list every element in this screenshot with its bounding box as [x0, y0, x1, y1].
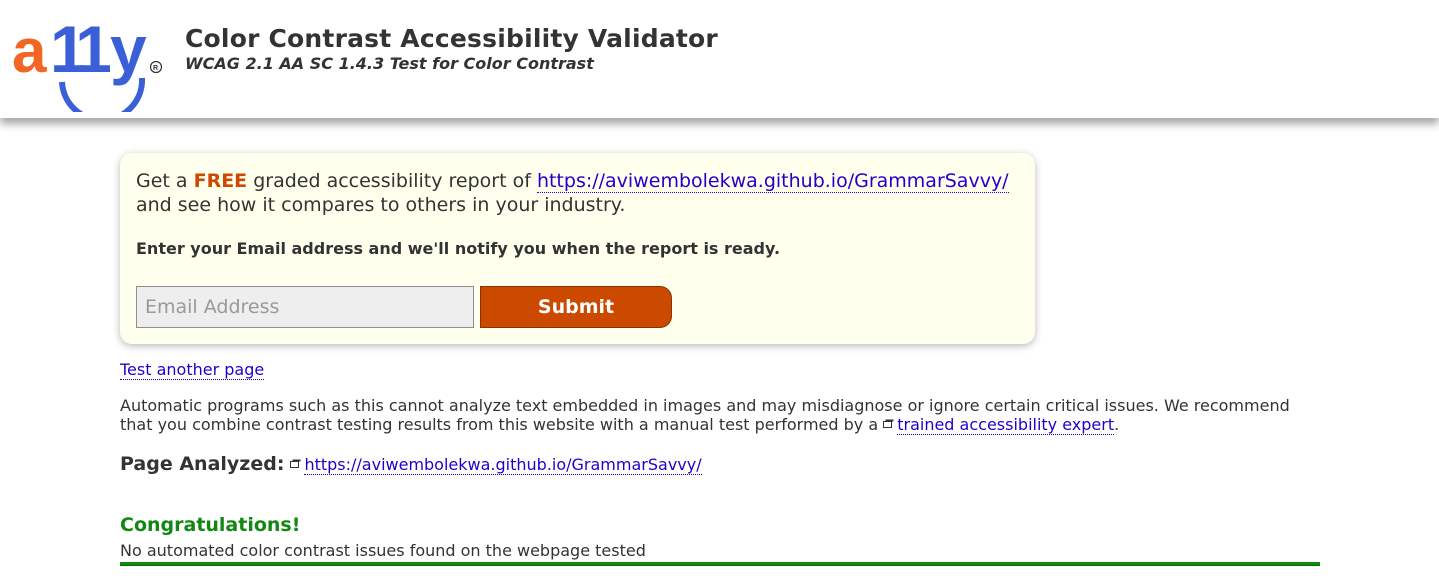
results-message: No automated color contrast issues found… — [120, 541, 646, 560]
promo-intro-suffix: and see how it compares to others in you… — [136, 194, 626, 216]
test-another-page-link[interactable]: Test another page — [120, 360, 265, 380]
analyzed-url-link[interactable]: https://aviwembolekwa.github.io/GrammarS… — [304, 455, 702, 475]
external-link-icon — [290, 459, 301, 468]
svg-text:R: R — [153, 65, 158, 72]
promo-intro-middle: graded accessibility report of — [247, 170, 537, 192]
svg-text:11: 11 — [50, 14, 110, 86]
promo-intro-prefix: Get a — [136, 170, 194, 192]
report-url-link[interactable]: https://aviwembolekwa.github.io/GrammarS… — [536, 170, 1009, 193]
page-analyzed-label: Page Analyzed: — [120, 453, 285, 475]
page-title: Color Contrast Accessibility Validator — [185, 24, 718, 53]
site-header: a 11 y R Color Contrast Accessibility Va… — [0, 0, 1439, 118]
external-link-icon — [883, 419, 894, 428]
page-subtitle: WCAG 2.1 AA SC 1.4.3 Test for Color Cont… — [185, 54, 594, 73]
disclaimer-text: Automatic programs such as this cannot a… — [120, 396, 1320, 435]
email-input[interactable] — [136, 286, 474, 328]
accessibility-expert-link[interactable]: trained accessibility expert — [897, 415, 1115, 435]
svg-text:y: y — [110, 14, 147, 86]
submit-button[interactable]: Submit — [480, 286, 672, 328]
free-report-promo: Get a FREE graded accessibility report o… — [120, 153, 1035, 344]
page-analyzed: Page Analyzed: https://aviwembolekwa.gith… — [120, 453, 702, 475]
free-highlight: FREE — [193, 170, 248, 192]
results-divider — [120, 562, 1320, 566]
email-instruction: Enter your Email address and we'll notif… — [136, 239, 781, 258]
disclaimer-end: . — [1114, 415, 1120, 434]
svg-text:a: a — [12, 17, 47, 86]
promo-intro: Get a FREE graded accessibility report o… — [136, 169, 1019, 217]
congratulations-heading: Congratulations! — [120, 514, 301, 536]
a11y-logo[interactable]: a 11 y R — [12, 14, 167, 112]
